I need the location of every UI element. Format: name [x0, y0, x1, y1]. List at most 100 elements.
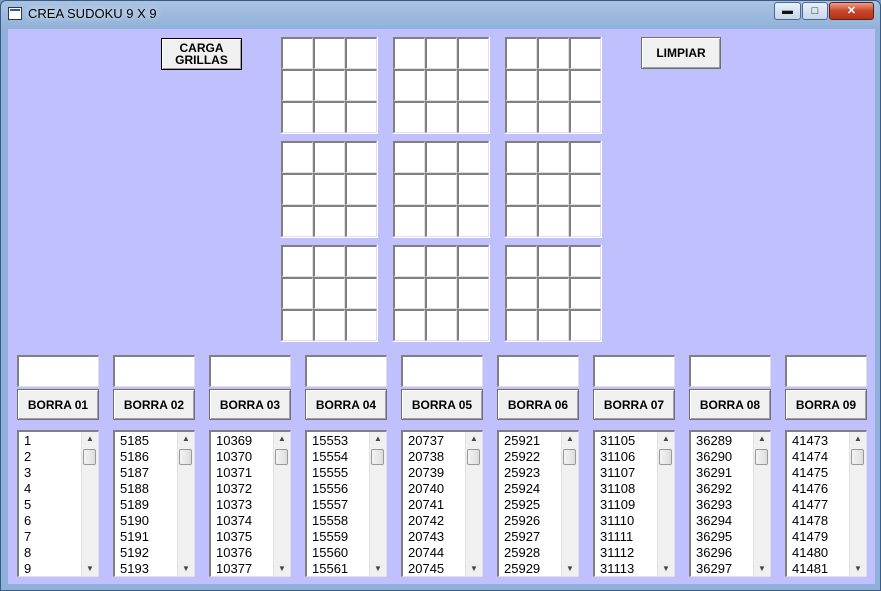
- number-listbox[interactable]: 1 2 3 4 5 6 7 8 9 ▲ ▼: [17, 430, 99, 577]
- sudoku-cell[interactable]: [313, 245, 345, 277]
- list-item[interactable]: 5193: [120, 561, 149, 576]
- list-item[interactable]: 6: [24, 513, 31, 529]
- scroll-thumb[interactable]: [179, 449, 192, 465]
- sudoku-cell[interactable]: [425, 245, 457, 277]
- number-listbox[interactable]: 5185 5186 5187 5188 5189 5190 5191 5192 5193 ▲ ▼: [113, 430, 195, 577]
- list-item[interactable]: 36289: [696, 433, 732, 449]
- list-item[interactable]: 5186: [120, 449, 149, 465]
- list-item[interactable]: 5192: [120, 545, 149, 561]
- list-item[interactable]: 41474: [792, 449, 828, 465]
- sudoku-cell[interactable]: [425, 277, 457, 309]
- sudoku-cell[interactable]: [569, 37, 601, 69]
- list-item[interactable]: 20740: [408, 481, 444, 497]
- sudoku-cell[interactable]: [457, 245, 489, 277]
- scroll-thumb[interactable]: [371, 449, 384, 465]
- list-item[interactable]: 41475: [792, 465, 828, 481]
- scroll-up-arrow-icon[interactable]: ▲: [466, 432, 482, 446]
- scroll-thumb[interactable]: [563, 449, 576, 465]
- list-item[interactable]: 31113: [600, 561, 635, 576]
- sudoku-cell[interactable]: [393, 245, 425, 277]
- sudoku-cell[interactable]: [425, 37, 457, 69]
- list-item[interactable]: 8: [24, 545, 31, 561]
- sudoku-cell[interactable]: [393, 309, 425, 341]
- list-item[interactable]: 25927: [504, 529, 540, 545]
- sudoku-cell[interactable]: [537, 309, 569, 341]
- column-textbox[interactable]: [17, 355, 99, 387]
- sudoku-cell[interactable]: [457, 309, 489, 341]
- sudoku-cell[interactable]: [537, 69, 569, 101]
- borra-button[interactable]: BORRA 03: [209, 389, 291, 420]
- sudoku-cell[interactable]: [281, 205, 313, 237]
- sudoku-cell[interactable]: [505, 101, 537, 133]
- sudoku-cell[interactable]: [313, 173, 345, 205]
- sudoku-cell[interactable]: [425, 141, 457, 173]
- list-item[interactable]: 31111: [600, 529, 635, 545]
- list-item[interactable]: 25928: [504, 545, 540, 561]
- sudoku-cell[interactable]: [345, 173, 377, 205]
- sudoku-cell[interactable]: [345, 101, 377, 133]
- list-item[interactable]: 20741: [408, 497, 444, 513]
- list-item[interactable]: 36290: [696, 449, 732, 465]
- vertical-scrollbar[interactable]: ▲ ▼: [657, 432, 674, 576]
- sudoku-cell[interactable]: [345, 141, 377, 173]
- list-item[interactable]: 31107: [600, 465, 635, 481]
- vertical-scrollbar[interactable]: ▲ ▼: [369, 432, 386, 576]
- scroll-up-arrow-icon[interactable]: ▲: [274, 432, 290, 446]
- list-item[interactable]: 9: [24, 561, 31, 576]
- number-listbox[interactable]: 25921 25922 25923 25924 25925 25926 25927 25928…: [497, 430, 579, 577]
- sudoku-cell[interactable]: [345, 69, 377, 101]
- list-item[interactable]: 20743: [408, 529, 444, 545]
- vertical-scrollbar[interactable]: ▲ ▼: [849, 432, 866, 576]
- sudoku-cell[interactable]: [281, 69, 313, 101]
- minimize-button[interactable]: ▬: [774, 2, 801, 20]
- close-button[interactable]: ✕: [829, 2, 874, 20]
- scroll-down-arrow-icon[interactable]: ▼: [370, 562, 386, 576]
- list-item[interactable]: 25923: [504, 465, 540, 481]
- sudoku-cell[interactable]: [505, 277, 537, 309]
- carga-grillas-button[interactable]: CARGA GRILLAS: [161, 38, 242, 70]
- list-item[interactable]: 15560: [312, 545, 348, 561]
- list-item[interactable]: 15557: [312, 497, 348, 513]
- list-item[interactable]: 10376: [216, 545, 252, 561]
- sudoku-cell[interactable]: [281, 101, 313, 133]
- list-item[interactable]: 10377: [216, 561, 252, 576]
- sudoku-cell[interactable]: [537, 205, 569, 237]
- list-item[interactable]: 4: [24, 481, 31, 497]
- sudoku-cell[interactable]: [425, 69, 457, 101]
- list-item[interactable]: 5187: [120, 465, 149, 481]
- sudoku-cell[interactable]: [537, 101, 569, 133]
- sudoku-cell[interactable]: [393, 205, 425, 237]
- limpiar-button[interactable]: LIMPIAR: [641, 37, 721, 69]
- sudoku-cell[interactable]: [569, 277, 601, 309]
- list-item[interactable]: 10375: [216, 529, 252, 545]
- sudoku-cell[interactable]: [281, 173, 313, 205]
- list-item[interactable]: 20737: [408, 433, 444, 449]
- sudoku-cell[interactable]: [569, 173, 601, 205]
- list-item[interactable]: 10369: [216, 433, 252, 449]
- scroll-thumb[interactable]: [467, 449, 480, 465]
- number-listbox[interactable]: 36289 36290 36291 36292 36293 36294 36295 36296…: [689, 430, 771, 577]
- sudoku-cell[interactable]: [569, 69, 601, 101]
- borra-button[interactable]: BORRA 05: [401, 389, 483, 420]
- list-item[interactable]: 5191: [120, 529, 149, 545]
- list-item[interactable]: 1: [24, 433, 31, 449]
- sudoku-cell[interactable]: [505, 245, 537, 277]
- list-item[interactable]: 20742: [408, 513, 444, 529]
- number-listbox[interactable]: 10369 10370 10371 10372 10373 10374 10375 10376…: [209, 430, 291, 577]
- title-bar[interactable]: CREA SUDOKU 9 X 9 ▬ □ ✕: [1, 1, 880, 28]
- sudoku-cell[interactable]: [313, 309, 345, 341]
- list-item[interactable]: 15558: [312, 513, 348, 529]
- sudoku-cell[interactable]: [457, 141, 489, 173]
- list-item[interactable]: 10372: [216, 481, 252, 497]
- scroll-up-arrow-icon[interactable]: ▲: [82, 432, 98, 446]
- sudoku-cell[interactable]: [569, 205, 601, 237]
- column-textbox[interactable]: [497, 355, 579, 387]
- sudoku-cell[interactable]: [457, 277, 489, 309]
- list-item[interactable]: 31112: [600, 545, 635, 561]
- sudoku-cell[interactable]: [537, 141, 569, 173]
- list-item[interactable]: 10371: [216, 465, 252, 481]
- borra-button[interactable]: BORRA 02: [113, 389, 195, 420]
- sudoku-cell[interactable]: [281, 141, 313, 173]
- sudoku-cell[interactable]: [537, 277, 569, 309]
- list-item[interactable]: 2: [24, 449, 31, 465]
